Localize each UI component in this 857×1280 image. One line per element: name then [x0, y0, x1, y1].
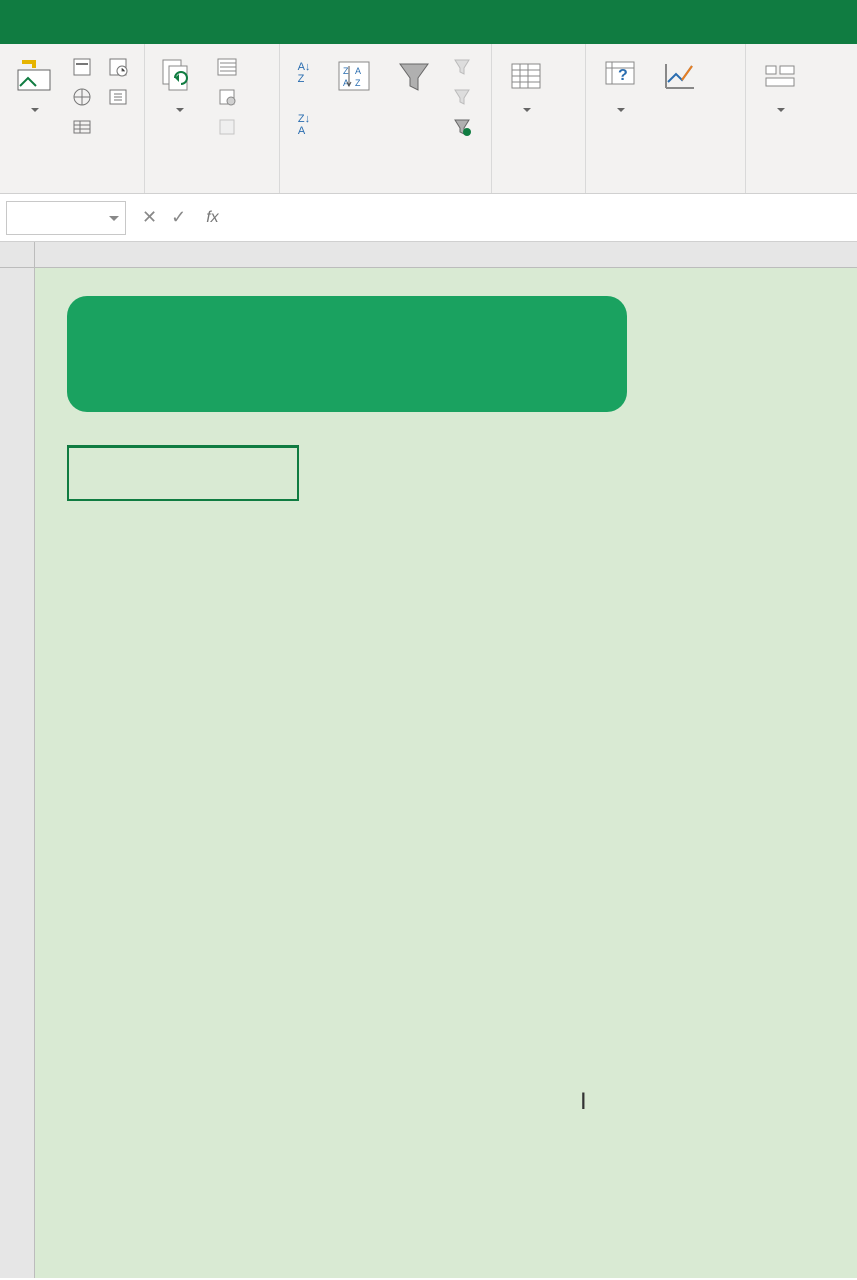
outline-icon [758, 54, 802, 98]
ribbon-group-label [4, 187, 140, 191]
ribbon-group-sort-filter: A↓Z Z↓A ZAAZ [280, 44, 492, 193]
formula-buttons: ✕ ✓ [132, 207, 196, 228]
title-box [67, 296, 627, 412]
sort-desc-icon[interactable]: Z↓A [289, 110, 319, 140]
from-web-icon[interactable] [69, 84, 95, 110]
sort-asc-icon[interactable]: A↓Z [289, 58, 319, 88]
recent-sources-icon[interactable] [105, 54, 131, 80]
confirm-icon[interactable]: ✓ [171, 207, 186, 228]
whatif-button[interactable]: ? [590, 50, 650, 122]
get-data-icon [12, 54, 56, 98]
clear-filter-icon[interactable] [449, 54, 475, 80]
reapply-icon[interactable] [449, 84, 475, 110]
outline-button[interactable] [750, 50, 810, 122]
svg-text:Z: Z [343, 66, 349, 76]
refresh-all-button[interactable] [149, 50, 209, 122]
existing-connections-icon[interactable] [105, 84, 131, 110]
outline-label [775, 100, 785, 118]
ribbon-group-query-conn [145, 44, 280, 193]
whatif-label [615, 100, 625, 118]
refresh-all-icon [157, 54, 201, 98]
get-data-label [29, 100, 39, 118]
spreadsheet-grid: I [0, 242, 857, 1278]
formula-bar: ✕ ✓ fx [0, 194, 857, 242]
sheet-area[interactable]: I [35, 268, 857, 1278]
forecast-icon [658, 54, 702, 98]
get-data-button[interactable] [4, 50, 64, 122]
ribbon-toolbar: A↓Z Z↓A ZAAZ [0, 44, 857, 194]
text-cursor-icon: I [580, 1088, 587, 1116]
ribbon-group-label [284, 187, 487, 191]
from-text-icon[interactable] [69, 54, 95, 80]
svg-text:A: A [343, 78, 349, 88]
data-tools-icon [504, 54, 548, 98]
svg-text:?: ? [618, 67, 628, 84]
cancel-icon[interactable]: ✕ [142, 207, 157, 228]
sort-icon: ZAAZ [332, 54, 376, 98]
whatif-icon: ? [598, 54, 642, 98]
properties-icon[interactable] [214, 84, 240, 110]
queries-icon[interactable] [214, 54, 240, 80]
ribbon-group-label [750, 187, 842, 191]
ribbon-group-outline [746, 44, 846, 193]
ribbon-tabs [0, 0, 857, 44]
forecast-button[interactable] [650, 50, 710, 104]
from-table-icon[interactable] [69, 114, 95, 140]
svg-text:A: A [355, 66, 361, 76]
ribbon-group-get-transform [0, 44, 145, 193]
refresh-all-label [174, 100, 184, 118]
table-header-cell[interactable] [67, 445, 299, 501]
sort-button[interactable]: ZAAZ [324, 50, 384, 104]
ribbon-group-data-tools [492, 44, 586, 193]
data-table [67, 445, 299, 501]
ribbon-group-label [496, 187, 581, 191]
formula-input[interactable] [229, 214, 857, 222]
ribbon-group-label [149, 187, 275, 191]
filter-icon [392, 54, 436, 98]
fx-icon[interactable]: fx [196, 209, 228, 227]
data-tools-button[interactable] [496, 50, 556, 122]
row-headers [0, 268, 35, 1278]
select-all-corner[interactable] [0, 242, 35, 267]
ribbon-group-label [590, 187, 741, 191]
data-tools-label [521, 100, 531, 118]
column-headers [0, 242, 857, 268]
edit-links-icon[interactable] [214, 114, 240, 140]
ribbon-group-forecast: ? [586, 44, 746, 193]
advanced-filter-icon[interactable] [449, 114, 475, 140]
filter-button[interactable] [384, 50, 444, 104]
svg-text:Z: Z [355, 78, 361, 88]
name-box[interactable] [6, 201, 126, 235]
